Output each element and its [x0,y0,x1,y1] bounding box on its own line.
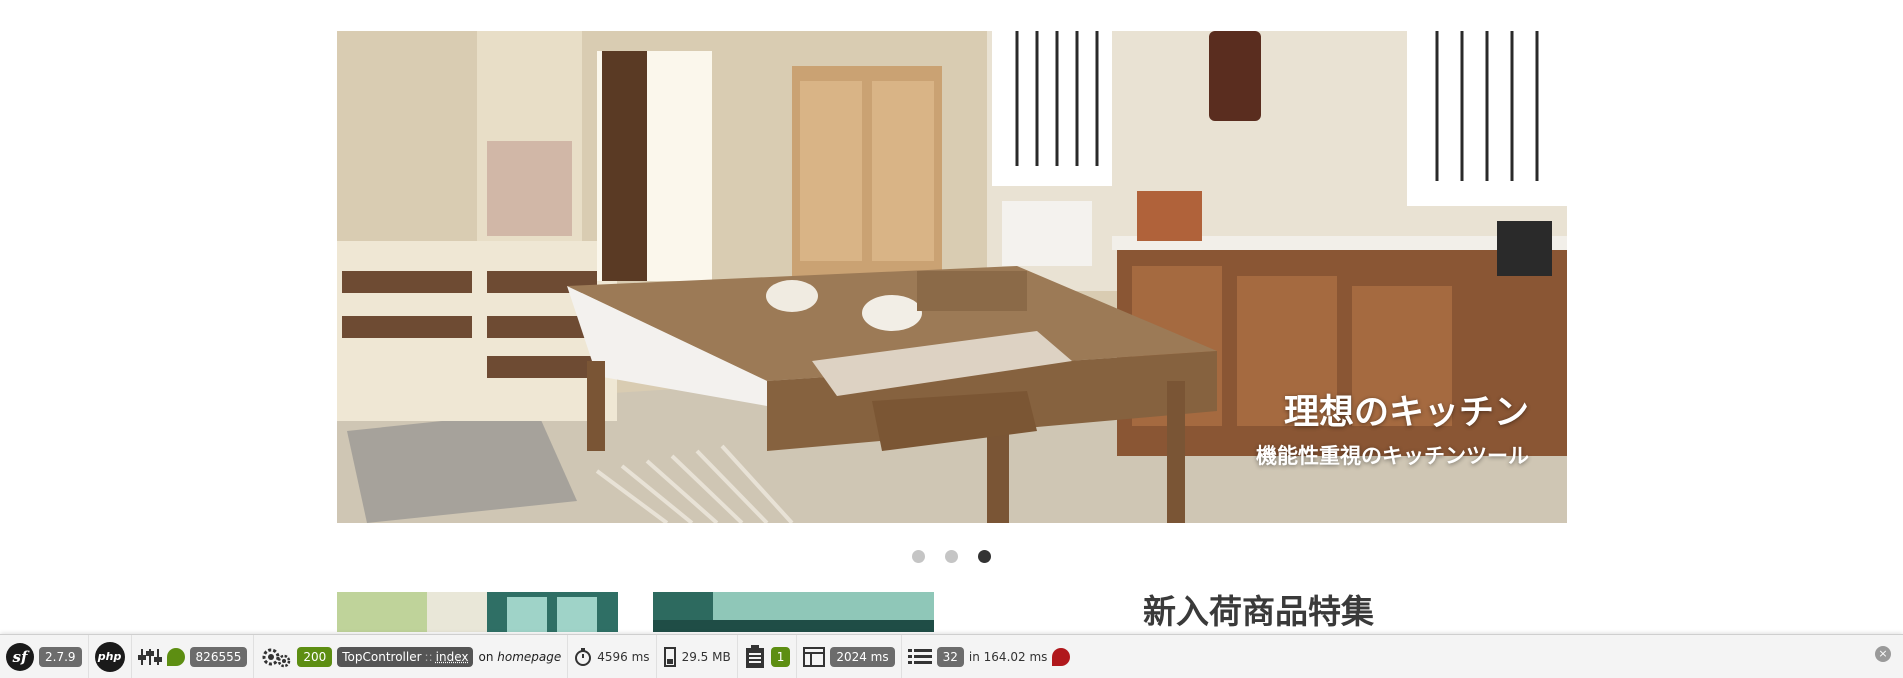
php-logo-icon: php [94,641,125,672]
section-title: 新入荷商品特集 [1143,592,1374,631]
symfony-version-badge: 2.7.9 [39,646,82,667]
product-thumbnail-1[interactable] [337,592,618,632]
status-code-badge: 200 [297,646,333,667]
thumbnail-image-1 [337,592,618,632]
toolbar-request[interactable]: 200 TopController :: index on homepage [254,634,569,678]
hero-slider[interactable]: 理想のキッチン 機能性重視のキッチンツール [337,31,1567,523]
query-time: in 164.02 ms [968,649,1048,664]
route-info: on homepage [478,650,561,664]
toolbar-memory[interactable]: 29.5 MB [657,634,738,678]
environment-badge: 826555 [189,646,248,667]
thumbnail-image-2 [653,592,934,632]
memory-icon [663,646,676,667]
query-count-badge: 32 [936,646,964,667]
hero-title: 理想のキッチン [1283,393,1529,433]
slider-dot-2[interactable] [945,550,958,563]
toolbar-close-icon[interactable]: × [1875,646,1891,662]
page: 理想のキッチン 機能性重視のキッチンツール 新入荷商品特集 sf 2.7.9 p… [0,0,1903,678]
forms-count-badge: 1 [770,646,791,667]
controller-separator: :: [424,649,433,664]
controller-name: TopController [342,649,422,664]
slider-dot-3[interactable] [978,550,991,563]
hero-caption: 理想のキッチン 機能性重視のキッチンツール [1256,391,1529,471]
debug-toolbar: sf 2.7.9 php 826555 200 TopController::… [0,634,1903,678]
route-name: homepage [497,649,562,664]
hero-subtitle: 機能性重視のキッチンツール [1256,444,1529,468]
toolbar-database[interactable]: 32 in 164.02 ms [902,635,1077,678]
toolbar-symfony[interactable]: sf 2.7.9 [0,634,89,678]
stopwatch-icon [575,647,592,666]
controller-badge: TopController :: index [337,646,474,667]
symfony-logo-icon: sf [6,642,34,671]
controller-action: index [435,649,469,664]
env-status-icon [166,647,185,666]
time-value: 4596 ms [597,649,650,664]
product-thumbnail-2[interactable] [653,592,934,632]
slider-pagination [0,550,1903,566]
query-status-icon [1052,647,1071,666]
toolbar-config[interactable]: 826555 [132,634,255,678]
database-list-icon [907,648,932,664]
memory-value: 29.5 MB [681,649,731,664]
config-sliders-icon [137,648,162,665]
toolbar-php[interactable]: php [89,634,132,678]
gears-icon [262,648,291,667]
slider-dot-1[interactable] [912,550,925,563]
toolbar-forms[interactable]: 1 [738,634,798,678]
template-icon [803,646,826,667]
render-time-badge: 2024 ms [830,646,895,667]
route-prefix: on [478,649,494,664]
toolbar-time[interactable]: 4596 ms [568,634,657,678]
clipboard-icon [745,644,764,668]
toolbar-twig[interactable]: 2024 ms [797,634,902,678]
